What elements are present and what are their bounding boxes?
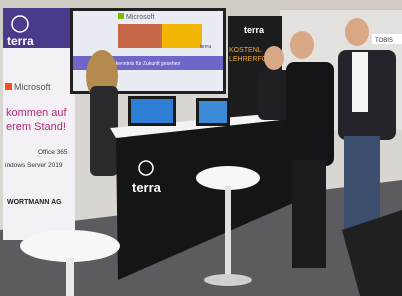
man-center-legs — [292, 160, 326, 268]
screen-photo — [118, 24, 162, 48]
laptop-left-display — [131, 99, 173, 123]
stool-left-leg — [66, 258, 74, 296]
stool-center-base — [204, 274, 252, 286]
man-right-head — [345, 18, 369, 46]
screen-ms-logo-icon — [118, 13, 124, 19]
screen-brand: terra — [200, 44, 212, 50]
left-banner-slogan-1: kommen auf — [6, 107, 67, 119]
stool-left-seat — [20, 230, 120, 262]
stool-center-leg — [225, 186, 231, 278]
man-glasses-head — [264, 46, 284, 70]
left-banner-product-1: Office 365 — [38, 149, 68, 156]
screen-microsoft: Microsoft — [126, 14, 154, 21]
counter-brand: terra — [132, 180, 162, 195]
right-banner-line-1: KOSTENL — [229, 47, 262, 54]
screen-highlight — [162, 24, 202, 48]
laptop-right-display — [199, 101, 227, 123]
man-center-head — [290, 31, 314, 59]
left-banner-slogan-2: erem Stand! — [6, 121, 66, 133]
left-banner-microsoft: Microsoft — [14, 82, 51, 92]
left-banner-company: WORTMANN AG — [7, 199, 62, 206]
man-center-body — [286, 62, 334, 166]
trade-fair-booth-photo: TOBIS terra Microsoft kommen auf erem St… — [0, 0, 402, 296]
left-banner-product-2: indows Server 2019 — [5, 162, 63, 169]
microsoft-logo-icon — [5, 83, 12, 90]
background-sign-text: TOBIS — [375, 38, 393, 44]
right-banner-brand: terra — [244, 25, 265, 35]
man-right-shirt — [352, 52, 368, 112]
left-banner-brand: terra — [7, 34, 34, 48]
